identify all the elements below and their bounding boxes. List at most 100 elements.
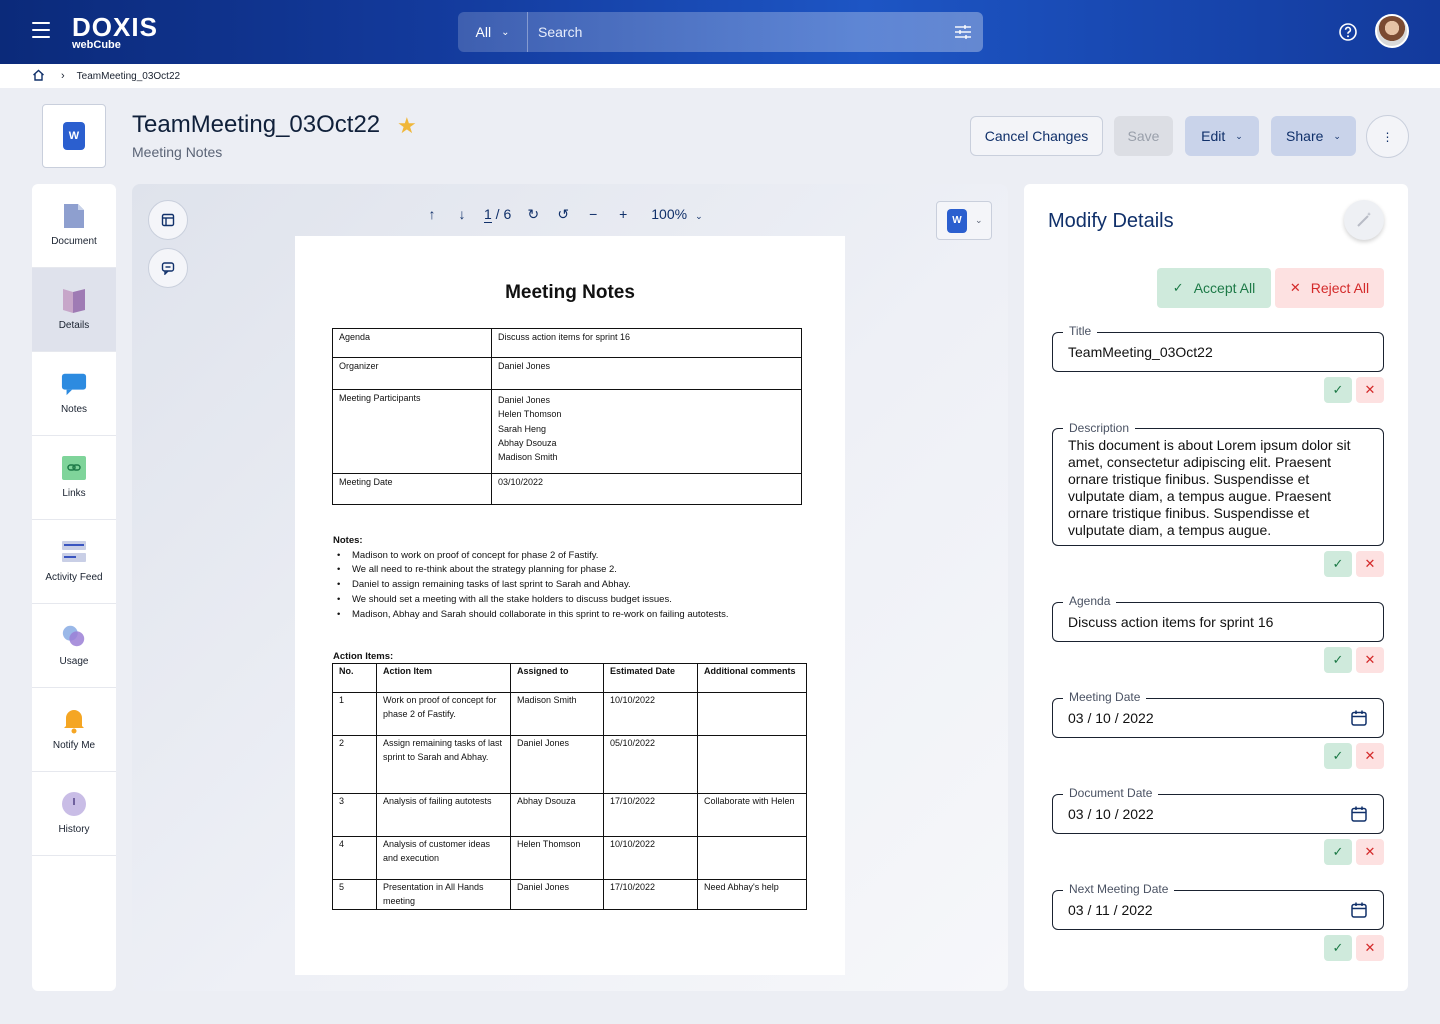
zoom-in-icon[interactable]: + (613, 206, 633, 222)
calendar-icon[interactable] (1350, 805, 1368, 823)
search-bar: All ⌄ (458, 12, 983, 52)
history-icon (61, 790, 87, 818)
edit-button[interactable]: Edit ⌄ (1185, 116, 1259, 156)
more-options-button[interactable]: ⋮ (1366, 115, 1409, 158)
sidebar-item-activity-feed[interactable]: Activity Feed (32, 520, 116, 604)
rotate-clockwise-icon[interactable]: ↻ (523, 206, 543, 223)
zoom-out-icon[interactable]: − (583, 206, 603, 222)
description-accept-reject: ✓ ✕ (1324, 551, 1384, 577)
sidebar-item-notify-me[interactable]: Notify Me (32, 688, 116, 772)
download-format-dropdown[interactable]: W ⌄ (936, 201, 992, 240)
sidebar-item-links[interactable]: Links (32, 436, 116, 520)
menu-icon[interactable] (32, 22, 50, 42)
comment-icon (161, 262, 175, 275)
previous-page-icon[interactable]: ↑ (422, 206, 442, 222)
document-date-accept-reject: ✓ ✕ (1324, 839, 1384, 865)
usage-icon (61, 622, 87, 650)
comments-toggle-button[interactable] (148, 248, 188, 288)
panel-title: Modify Details (1048, 210, 1174, 232)
magic-wand-icon[interactable] (1344, 200, 1384, 240)
home-icon[interactable] (32, 69, 45, 84)
user-avatar[interactable] (1375, 14, 1409, 48)
share-button[interactable]: Share ⌄ (1271, 116, 1356, 156)
page-title: TeamMeeting_03Oct22 (132, 111, 381, 138)
accept-check-button[interactable]: ✓ (1324, 935, 1352, 961)
accept-check-button[interactable]: ✓ (1324, 551, 1352, 577)
favorite-star-icon[interactable]: ★ (397, 113, 417, 139)
table-row: 1 Work on proof of concept for phase 2 of… (332, 692, 807, 736)
document-type-label: Meeting Notes (132, 144, 223, 160)
agenda-field[interactable]: Agenda Discuss action items for sprint 1… (1052, 594, 1384, 642)
zoom-dropdown[interactable]: 100% ⌄ (651, 206, 702, 222)
search-input[interactable] (528, 24, 943, 40)
reject-close-button[interactable]: ✕ (1356, 377, 1384, 403)
notes-icon (61, 370, 87, 398)
reject-close-button[interactable]: ✕ (1356, 839, 1384, 865)
accept-check-button[interactable]: ✓ (1324, 743, 1352, 769)
app-logo[interactable]: DOXIS webCube (72, 14, 158, 51)
calendar-icon[interactable] (1350, 901, 1368, 919)
list-item: Madison, Abhay and Sarah should collabor… (333, 608, 833, 623)
links-icon (61, 454, 87, 482)
document-thumbnail: W (42, 104, 106, 168)
document-date-field[interactable]: Document Date 03 / 10 / 2022 (1052, 786, 1384, 834)
bell-icon (61, 706, 87, 734)
action-items-table: No. Action Item Assigned to Estimated Da… (332, 663, 807, 910)
accept-check-button[interactable]: ✓ (1324, 377, 1352, 403)
check-icon: ✓ (1172, 280, 1184, 295)
top-bar: DOXIS webCube All ⌄ (0, 0, 1440, 64)
rotate-counterclockwise-icon[interactable]: ↺ (553, 206, 573, 223)
reject-close-button[interactable]: ✕ (1356, 935, 1384, 961)
sidebar-item-notes[interactable]: Notes (32, 352, 116, 436)
reject-all-button[interactable]: ✕ Reject All (1275, 268, 1384, 308)
next-page-icon[interactable]: ↓ (452, 206, 472, 222)
accept-check-button[interactable]: ✓ (1324, 839, 1352, 865)
sidebar-item-document[interactable]: Document (32, 184, 116, 268)
list-item: We all need to re-think about the strate… (333, 563, 833, 578)
table-row: 2 Assign remaining tasks of last sprint t… (332, 735, 807, 794)
details-icon (61, 286, 87, 314)
chevron-down-icon: ⌄ (695, 211, 703, 221)
viewer-toolbar: ↑ ↓ 1 / 6 ↻ ↺ − + 100% ⌄ (422, 204, 703, 224)
meeting-date-field[interactable]: Meeting Date 03 / 10 / 2022 (1052, 690, 1384, 738)
action-items-title: Action Items: (333, 651, 394, 662)
modify-details-panel: Modify Details ✓ Accept All ✕ Reject All T… (1024, 184, 1408, 991)
search-scope-dropdown[interactable]: All ⌄ (458, 12, 528, 52)
chevron-down-icon: ⌄ (975, 215, 983, 225)
accept-check-button[interactable]: ✓ (1324, 647, 1352, 673)
page-indicator[interactable]: 1 / 6 (484, 206, 511, 223)
sidebar-item-history[interactable]: History (32, 772, 116, 856)
table-row: 4 Analysis of customer ideas and executio… (332, 836, 807, 880)
sidebar-item-usage[interactable]: Usage (32, 604, 116, 688)
next-meeting-date-accept-reject: ✓ ✕ (1324, 935, 1384, 961)
word-file-icon: W (63, 122, 85, 150)
logo-wordmark: DOXIS (72, 12, 158, 42)
list-item: Daniel to assign remaining tasks of last… (333, 578, 833, 593)
sidebar-item-details[interactable]: Details (32, 268, 116, 352)
document-viewer: ↑ ↓ 1 / 6 ↻ ↺ − + 100% ⌄ W ⌄ Meeting Note… (132, 184, 1008, 991)
reject-close-button[interactable]: ✕ (1356, 551, 1384, 577)
description-field[interactable]: Description This document is about Lorem… (1052, 420, 1384, 546)
breadcrumb-current[interactable]: TeamMeeting_03Oct22 (77, 71, 180, 82)
more-vertical-icon: ⋮ (1381, 129, 1394, 144)
chevron-down-icon: ⌄ (1235, 130, 1243, 141)
meeting-info-table: Agenda Discuss action items for sprint 16… (332, 328, 802, 505)
thumbnails-toggle-button[interactable] (148, 200, 188, 240)
save-button[interactable]: Save (1114, 116, 1173, 156)
next-meeting-date-field[interactable]: Next Meeting Date 03 / 11 / 2022 (1052, 882, 1384, 930)
title-accept-reject: ✓ ✕ (1324, 377, 1384, 403)
search-scope-label: All (475, 24, 492, 40)
cancel-changes-button[interactable]: Cancel Changes (970, 116, 1103, 156)
doc-heading: Meeting Notes (505, 282, 635, 303)
title-field[interactable]: Title TeamMeeting_03Oct22 (1052, 324, 1384, 372)
list-item: We should set a meeting with all the sta… (333, 593, 833, 608)
close-icon: ✕ (1289, 280, 1301, 295)
filter-icon[interactable] (943, 12, 983, 52)
reject-close-button[interactable]: ✕ (1356, 743, 1384, 769)
reject-close-button[interactable]: ✕ (1356, 647, 1384, 673)
chevron-right-icon: › (61, 70, 65, 82)
list-item: Madison to work on proof of concept for … (333, 549, 833, 564)
help-icon[interactable] (1338, 22, 1358, 42)
accept-all-button[interactable]: ✓ Accept All (1157, 268, 1271, 308)
calendar-icon[interactable] (1350, 709, 1368, 727)
